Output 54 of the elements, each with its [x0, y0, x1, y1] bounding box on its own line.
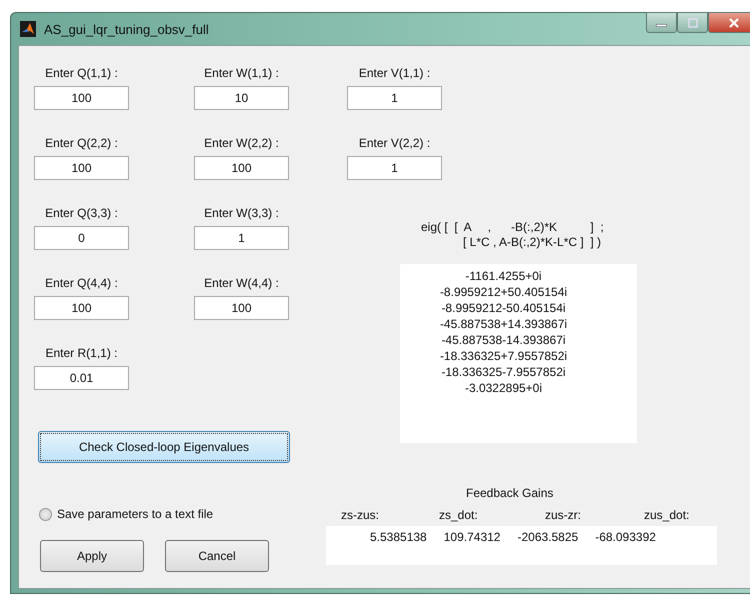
- gain-value: -2063.5825: [517, 530, 578, 544]
- gain-value: 109.74312: [444, 530, 500, 544]
- radio-button[interactable]: [39, 508, 52, 520]
- input-field[interactable]: 1: [347, 86, 442, 110]
- expression-text: eig( [ [ A , -B(:,2)*K ] ;: [421, 220, 605, 235]
- maximize-icon: [686, 18, 698, 28]
- column-header: zs_dot:: [439, 508, 479, 522]
- feedback-gains-title: Feedback Gains: [466, 486, 554, 500]
- eigenvalue-text: -8.9959212+50.405154i: [440, 284, 568, 300]
- gain-value: -68.093392: [595, 530, 656, 544]
- column-header: zs-zus:: [341, 508, 380, 522]
- eigenvalue-text: -3.0322895+0i: [464, 380, 542, 396]
- field-label: Enter W(1,1) :: [204, 66, 279, 82]
- app-icon: [20, 21, 36, 37]
- column-header: zus-zr:: [545, 508, 582, 522]
- input-field[interactable]: 10: [194, 86, 289, 110]
- field-label: Enter V(1,1) :: [358, 66, 430, 82]
- input-field[interactable]: 100: [194, 296, 289, 320]
- check-eigenvalues-button[interactable]: Check Closed-loop Eigenvalues: [38, 431, 290, 463]
- input-field[interactable]: 100: [34, 156, 129, 180]
- field-label: Enter R(1,1) :: [45, 346, 118, 362]
- eigenvalue-text: -45.887538-14.393867i: [441, 332, 566, 348]
- field-label: Enter W(2,2) :: [204, 136, 279, 152]
- close-button[interactable]: [708, 12, 750, 33]
- maximize-button[interactable]: [677, 12, 708, 33]
- field-label: Enter Q(1,1) :: [45, 66, 118, 82]
- minimize-button[interactable]: [646, 12, 677, 33]
- save-option-label: Save parameters to a text file: [57, 507, 214, 521]
- field-label: Enter W(4,4) :: [204, 276, 279, 292]
- push-button[interactable]: Apply: [40, 540, 144, 572]
- input-field[interactable]: 0: [34, 226, 129, 250]
- field-label: Enter W(3,3) :: [204, 206, 279, 222]
- field-label: Enter Q(4,4) :: [45, 276, 118, 292]
- expression-text: [ L*C , A-B(:,2)*K-L*C ] ] ): [463, 235, 602, 250]
- input-field[interactable]: 100: [34, 86, 129, 110]
- field-label: Enter Q(3,3) :: [45, 206, 118, 222]
- push-button[interactable]: Cancel: [165, 540, 269, 572]
- minimize-icon: [656, 24, 667, 27]
- eigenvalue-text: -18.336325+7.9557852i: [440, 348, 568, 364]
- input-field[interactable]: 0.01: [34, 366, 129, 390]
- input-field[interactable]: 100: [194, 156, 289, 180]
- gain-value: 5.5385138: [370, 530, 427, 544]
- eigenvalue-text: -1161.4255+0i: [465, 268, 542, 284]
- field-label: Enter Q(2,2) :: [45, 136, 118, 152]
- window-title: AS_gui_lqr_tuning_obsv_full: [44, 22, 209, 36]
- eigenvalue-text: -18.336325-7.9557852i: [441, 364, 566, 380]
- column-header: zus_dot:: [644, 508, 690, 522]
- input-field[interactable]: 1: [347, 156, 442, 180]
- eigenvalue-text: -45.887538+14.393867i: [440, 316, 568, 332]
- input-field[interactable]: 100: [34, 296, 129, 320]
- close-icon: [728, 18, 740, 28]
- eigenvalue-text: -8.9959212-50.405154i: [441, 300, 566, 316]
- field-label: Enter V(2,2) :: [358, 136, 430, 152]
- input-field[interactable]: 1: [194, 226, 289, 250]
